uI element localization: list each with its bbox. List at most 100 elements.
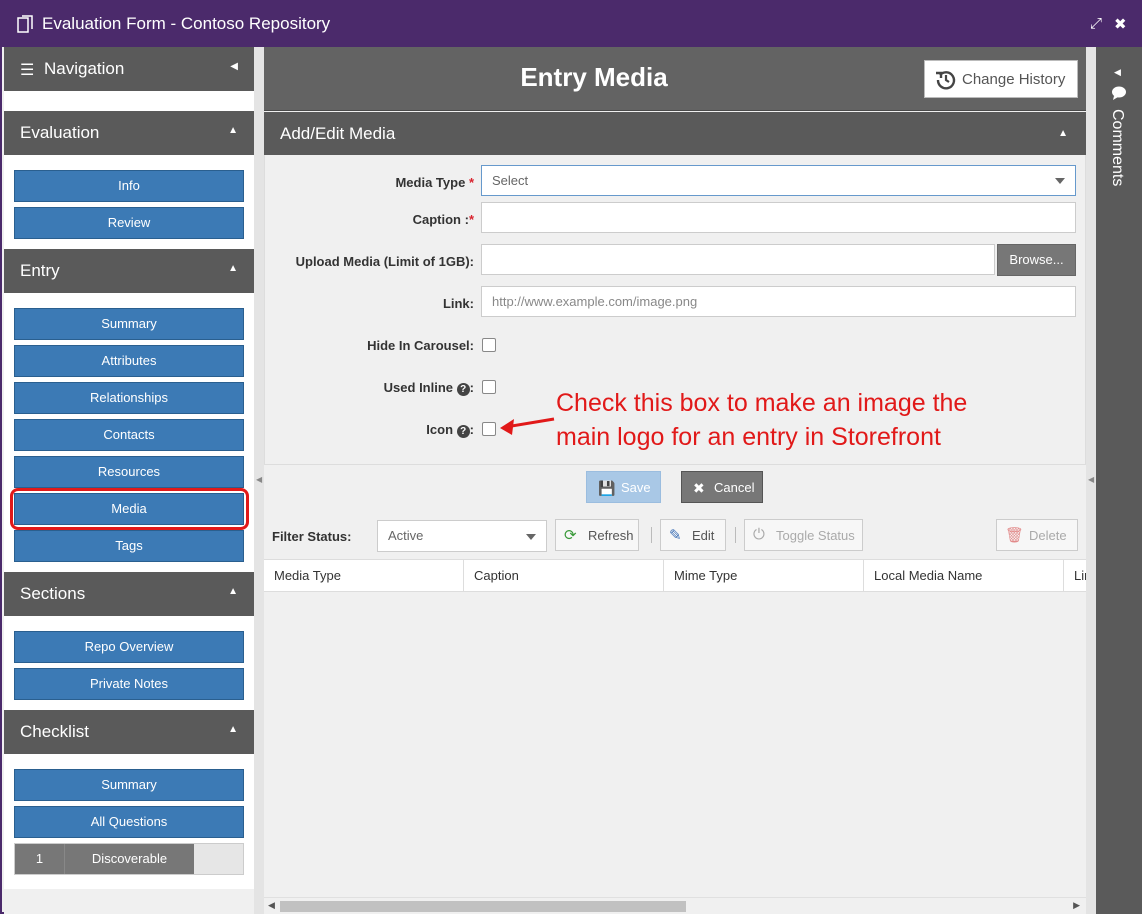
expand-icon[interactable]: ⤢ (1090, 15, 1102, 32)
media-type-label: Media Type * (395, 175, 474, 190)
column-header[interactable]: Caption (464, 560, 664, 591)
sidebar-item-private-notes[interactable]: Private Notes (14, 668, 244, 700)
annotation-line-1: Check this box to make an image the (556, 389, 968, 417)
icon-label: Icon ?: (426, 422, 474, 438)
scroll-left-icon[interactable]: ◀ (268, 900, 275, 911)
used-inline-checkbox[interactable] (482, 380, 496, 394)
collapse-up-icon: ▲ (228, 263, 238, 274)
refresh-button[interactable]: ⟳ Refresh (555, 519, 639, 551)
delete-label: Delete (1029, 528, 1067, 543)
annotation-text: Check this box to make an image the main… (556, 386, 967, 454)
expand-left-icon[interactable]: ◀ (1114, 67, 1121, 78)
grid-toolbar: Filter Status: Active ⟳ Refresh ✎ Edit ⏻… (264, 513, 1086, 559)
navigation-header[interactable]: ☰ Navigation ◀ (4, 47, 254, 91)
section-body-sections: Repo Overview Private Notes (4, 616, 254, 710)
column-header[interactable]: Media Type (264, 560, 464, 591)
sidebar-item-all-questions[interactable]: All Questions (14, 806, 244, 838)
checklist-number: 1 (15, 844, 64, 874)
comment-icon (1112, 86, 1126, 100)
title-bar: Evaluation Form - Contoso Repository ⤢ ✖ (2, 2, 1142, 47)
refresh-label: Refresh (588, 528, 634, 543)
browse-button[interactable]: Browse... (997, 244, 1076, 276)
filter-status-value: Active (388, 528, 424, 543)
navigation-label: Navigation (44, 59, 125, 78)
save-label: Save (621, 480, 651, 495)
panel-header[interactable]: Add/Edit Media ▲ (264, 112, 1086, 155)
chevron-down-icon (526, 534, 536, 540)
scroll-right-icon[interactable]: ▶ (1073, 900, 1080, 911)
sidebar-item-relationships[interactable]: Relationships (14, 382, 244, 414)
close-icon[interactable]: ✖ (1114, 15, 1127, 33)
comments-panel[interactable]: ◀ Comments (1096, 47, 1142, 914)
collapse-up-icon: ▲ (1058, 128, 1068, 139)
checklist-row[interactable]: 1 Discoverable (14, 843, 244, 875)
sidebar-item-contacts[interactable]: Contacts (14, 419, 244, 451)
sidebar-item-tags[interactable]: Tags (14, 530, 244, 562)
column-header[interactable]: Link (1064, 560, 1086, 591)
section-header-evaluation[interactable]: Evaluation ▲ (4, 111, 254, 155)
section-header-checklist[interactable]: Checklist ▲ (4, 710, 254, 754)
change-history-label: Change History (962, 71, 1066, 88)
column-header[interactable]: Mime Type (664, 560, 864, 591)
sidebar-item-resources[interactable]: Resources (14, 456, 244, 488)
highlight-box (10, 488, 249, 530)
used-inline-label: Used Inline ?: (383, 380, 474, 396)
icon-checkbox[interactable] (482, 422, 496, 436)
delete-button[interactable]: 🗑 Delete (996, 519, 1078, 551)
media-grid-body (264, 592, 1086, 897)
change-history-button[interactable]: Change History (924, 60, 1078, 98)
section-header-sections[interactable]: Sections ▲ (4, 572, 254, 616)
page-header: Entry Media Change History (264, 47, 1086, 111)
sidebar-item-attributes[interactable]: Attributes (14, 345, 244, 377)
chevron-down-icon (1055, 178, 1065, 184)
annotation-arrow (500, 417, 555, 435)
section-header-entry[interactable]: Entry ▲ (4, 249, 254, 293)
help-icon[interactable]: ? (456, 425, 470, 438)
window-title: Evaluation Form - Contoso Repository (42, 14, 331, 33)
hide-carousel-checkbox[interactable] (482, 338, 496, 352)
collapse-left-icon: ◀ (230, 61, 238, 72)
toolbar-divider (735, 527, 736, 543)
media-type-select[interactable]: Select (481, 165, 1076, 196)
sidebar: ☰ Navigation ◀ Evaluation ▲ Info Review … (4, 47, 254, 914)
help-icon[interactable]: ? (456, 383, 470, 396)
toolbar-divider (651, 527, 652, 543)
history-icon (936, 71, 956, 90)
link-input[interactable]: http://www.example.com/image.png (481, 286, 1076, 317)
caption-label: Caption :* (412, 212, 474, 227)
close-icon: ✖ (693, 480, 705, 496)
media-type-value: Select (492, 173, 529, 188)
collapse-up-icon: ▲ (228, 586, 238, 597)
main-content: Entry Media Change History Add/Edit Medi… (264, 47, 1086, 914)
edit-icon: ✎ (669, 527, 682, 544)
right-splitter[interactable]: ◀ (1086, 47, 1096, 914)
sidebar-item-info[interactable]: Info (14, 170, 244, 202)
menu-icon: ☰ (20, 62, 35, 79)
sidebar-item-checklist-summary[interactable]: Summary (14, 769, 244, 801)
upload-input[interactable] (481, 244, 995, 275)
sidebar-item-repo-overview[interactable]: Repo Overview (14, 631, 244, 663)
section-body-entry: Summary Attributes Relationships Contact… (4, 293, 254, 572)
filter-status-label: Filter Status: (272, 529, 352, 544)
page-title: Entry Media (520, 62, 668, 92)
caption-input[interactable] (481, 202, 1076, 233)
toggle-status-button[interactable]: ⏻ Toggle Status (744, 519, 863, 551)
sidebar-item-review[interactable]: Review (14, 207, 244, 239)
column-header[interactable]: Local Media Name (864, 560, 1064, 591)
scroll-thumb[interactable] (280, 901, 686, 912)
cancel-button[interactable]: ✖ Cancel (681, 471, 763, 503)
left-splitter[interactable]: ◀ (254, 47, 264, 914)
section-label: Checklist (20, 722, 89, 741)
splitter-left-icon: ◀ (256, 475, 263, 484)
collapse-up-icon: ▲ (228, 125, 238, 136)
sidebar-item-summary[interactable]: Summary (14, 308, 244, 340)
cancel-label: Cancel (714, 480, 755, 495)
trash-icon: 🗑 (1005, 527, 1025, 544)
save-button[interactable]: 💾 Save (586, 471, 661, 503)
edit-button[interactable]: ✎ Edit (660, 519, 726, 551)
annotation-line-2: main logo for an entry in Storefront (556, 423, 941, 451)
filter-status-select[interactable]: Active (377, 520, 547, 552)
horizontal-scrollbar[interactable]: ◀ ▶ (264, 897, 1086, 914)
media-grid-header: Media Type Caption Mime Type Local Media… (264, 559, 1086, 592)
section-label: Entry (20, 261, 60, 280)
